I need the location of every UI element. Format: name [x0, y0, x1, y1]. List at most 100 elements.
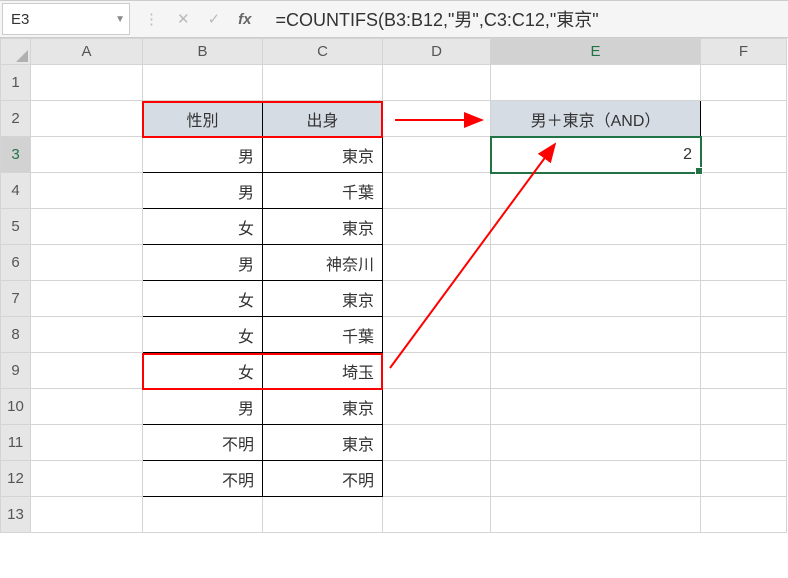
- row-header-1[interactable]: 1: [1, 65, 31, 101]
- cell[interactable]: [701, 65, 787, 101]
- row-header-2[interactable]: 2: [1, 101, 31, 137]
- cell[interactable]: [31, 137, 143, 173]
- cell[interactable]: [491, 65, 701, 101]
- table-cell[interactable]: 東京: [263, 209, 383, 245]
- table-cell[interactable]: 女: [143, 281, 263, 317]
- cell[interactable]: [491, 245, 701, 281]
- col-header-C[interactable]: C: [263, 39, 383, 65]
- table-cell[interactable]: 千葉: [263, 173, 383, 209]
- cell[interactable]: [701, 425, 787, 461]
- name-box[interactable]: E3 ▼: [2, 3, 130, 35]
- cell[interactable]: [31, 461, 143, 497]
- cell[interactable]: [31, 353, 143, 389]
- table-cell[interactable]: 女: [143, 353, 263, 389]
- fx-icon[interactable]: fx: [238, 11, 251, 28]
- table-header-origin[interactable]: 出身: [263, 101, 383, 137]
- cell[interactable]: [701, 389, 787, 425]
- row-header-6[interactable]: 6: [1, 245, 31, 281]
- table-cell[interactable]: 東京: [263, 425, 383, 461]
- cell[interactable]: [491, 209, 701, 245]
- cell[interactable]: [31, 281, 143, 317]
- col-header-A[interactable]: A: [31, 39, 143, 65]
- cell[interactable]: [701, 353, 787, 389]
- cell[interactable]: [383, 137, 491, 173]
- cell[interactable]: [383, 317, 491, 353]
- row-header-10[interactable]: 10: [1, 389, 31, 425]
- select-all-corner[interactable]: [1, 39, 31, 65]
- row-header-4[interactable]: 4: [1, 173, 31, 209]
- cell[interactable]: [383, 353, 491, 389]
- cell[interactable]: [143, 497, 263, 533]
- cell[interactable]: [31, 425, 143, 461]
- col-header-F[interactable]: F: [701, 39, 787, 65]
- cell[interactable]: [31, 317, 143, 353]
- table-cell[interactable]: 千葉: [263, 317, 383, 353]
- cell[interactable]: [701, 137, 787, 173]
- cell[interactable]: [383, 209, 491, 245]
- table-cell[interactable]: 東京: [263, 137, 383, 173]
- cell[interactable]: [701, 245, 787, 281]
- cell[interactable]: [31, 101, 143, 137]
- cell[interactable]: [701, 461, 787, 497]
- spreadsheet-grid[interactable]: A B C D E F 1 2 性別 出身 男＋東京（AND） 3 男 東京 2…: [0, 38, 787, 533]
- cell[interactable]: [383, 173, 491, 209]
- cell[interactable]: [383, 497, 491, 533]
- cell[interactable]: [143, 65, 263, 101]
- table-cell[interactable]: 不明: [263, 461, 383, 497]
- cell[interactable]: [31, 497, 143, 533]
- table-cell[interactable]: 神奈川: [263, 245, 383, 281]
- col-header-E[interactable]: E: [491, 39, 701, 65]
- cell[interactable]: [383, 425, 491, 461]
- summary-header[interactable]: 男＋東京（AND）: [491, 101, 701, 137]
- row-header-13[interactable]: 13: [1, 497, 31, 533]
- cell[interactable]: [383, 461, 491, 497]
- cell[interactable]: [701, 209, 787, 245]
- row-header-5[interactable]: 5: [1, 209, 31, 245]
- cell[interactable]: [491, 389, 701, 425]
- table-cell[interactable]: 東京: [263, 281, 383, 317]
- table-cell[interactable]: 男: [143, 389, 263, 425]
- table-cell[interactable]: 不明: [143, 461, 263, 497]
- cell[interactable]: [491, 497, 701, 533]
- row-header-11[interactable]: 11: [1, 425, 31, 461]
- cell[interactable]: [701, 497, 787, 533]
- cell[interactable]: [31, 209, 143, 245]
- table-cell[interactable]: 女: [143, 317, 263, 353]
- row-header-7[interactable]: 7: [1, 281, 31, 317]
- cell[interactable]: [31, 173, 143, 209]
- enter-icon[interactable]: ✓: [208, 10, 221, 28]
- cell[interactable]: [263, 65, 383, 101]
- cell[interactable]: [383, 65, 491, 101]
- row-header-8[interactable]: 8: [1, 317, 31, 353]
- table-cell[interactable]: 埼玉: [263, 353, 383, 389]
- row-header-9[interactable]: 9: [1, 353, 31, 389]
- table-cell[interactable]: 男: [143, 245, 263, 281]
- result-cell[interactable]: 2: [491, 137, 701, 173]
- cell[interactable]: [491, 461, 701, 497]
- cell[interactable]: [31, 65, 143, 101]
- cell[interactable]: [701, 281, 787, 317]
- cell[interactable]: [491, 353, 701, 389]
- cell[interactable]: [383, 101, 491, 137]
- cell[interactable]: [491, 173, 701, 209]
- cell[interactable]: [383, 389, 491, 425]
- cell[interactable]: [383, 281, 491, 317]
- cell[interactable]: [491, 317, 701, 353]
- cell[interactable]: [31, 389, 143, 425]
- cell[interactable]: [701, 101, 787, 137]
- table-cell[interactable]: 男: [143, 173, 263, 209]
- table-cell[interactable]: 女: [143, 209, 263, 245]
- cell[interactable]: [263, 497, 383, 533]
- cell[interactable]: [701, 173, 787, 209]
- cell[interactable]: [491, 281, 701, 317]
- formula-input[interactable]: =COUNTIFS(B3:B12,"男",C3:C12,"東京": [264, 6, 788, 32]
- table-cell[interactable]: 不明: [143, 425, 263, 461]
- table-header-gender[interactable]: 性別: [143, 101, 263, 137]
- row-header-3[interactable]: 3: [1, 137, 31, 173]
- cell[interactable]: [383, 245, 491, 281]
- cell[interactable]: [31, 245, 143, 281]
- table-cell[interactable]: 東京: [263, 389, 383, 425]
- cancel-icon[interactable]: ✕: [177, 10, 190, 28]
- name-box-dropdown-icon[interactable]: ▼: [115, 14, 125, 25]
- cell[interactable]: [491, 425, 701, 461]
